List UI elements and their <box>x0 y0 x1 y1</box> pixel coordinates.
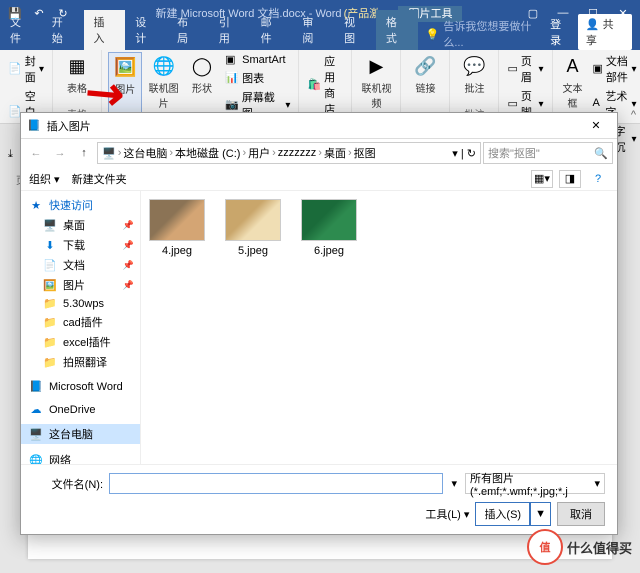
tools-button[interactable]: 工具(L) ▾ <box>425 506 469 522</box>
collapse-ribbon-icon[interactable]: ^ <box>631 109 636 121</box>
filename-input[interactable] <box>109 473 443 494</box>
file-item[interactable]: 6.jpeg <box>301 199 357 257</box>
chart-button[interactable]: 📊图表 <box>223 69 292 87</box>
dialog-close-button[interactable]: ✕ <box>581 116 611 136</box>
watermark-icon: 值 <box>527 529 563 565</box>
insert-picture-dialog: 📘 插入图片 ✕ ← → ↑ 🖥️ › 这台电脑› 本地磁盘 (C:)› 用户›… <box>20 112 618 535</box>
tab-design[interactable]: 设计 <box>125 10 167 50</box>
file-item[interactable]: 4.jpeg <box>149 199 205 257</box>
tab-references[interactable]: 引用 <box>209 10 251 50</box>
sidebar-quick-access[interactable]: ★快速访问 <box>21 195 140 215</box>
up-button[interactable]: ↑ <box>73 142 95 164</box>
view-mode-button[interactable]: ▦▾ <box>531 170 553 188</box>
insert-split-button[interactable]: ▼ <box>530 502 551 526</box>
insert-button[interactable]: 插入(S) <box>475 502 530 526</box>
file-filter-dropdown[interactable]: 所有图片(*.emf;*.wmf;*.jpg;*.j▾ <box>465 473 605 494</box>
cover-page-button[interactable]: 📄封面▾ <box>6 52 46 86</box>
links-button[interactable]: 🔗链接 <box>407 52 443 97</box>
sidebar-network[interactable]: 🌐网络 <box>21 450 140 464</box>
sidebar-folder[interactable]: 📁excel插件 <box>21 332 140 352</box>
tab-mail[interactable]: 邮件 <box>251 10 293 50</box>
sidebar-onedrive[interactable]: ☁OneDrive <box>21 401 140 418</box>
preview-pane-button[interactable]: ◨ <box>559 170 581 188</box>
help-button[interactable]: ? <box>587 170 609 188</box>
sidebar-documents[interactable]: 📄文档📌 <box>21 255 140 275</box>
online-video-button[interactable]: ▶联机视频 <box>358 52 394 112</box>
tab-view[interactable]: 视图 <box>334 10 376 50</box>
sidebar-folder[interactable]: 📁5.30wps <box>21 295 140 312</box>
header-button[interactable]: ▭页眉▾ <box>505 52 545 86</box>
navigation-pane: ★快速访问 🖥️桌面📌 ⬇下载📌 📄文档📌 🖼️图片📌 📁5.30wps 📁ca… <box>21 191 141 464</box>
tab-file[interactable]: 文件 <box>0 10 42 50</box>
file-item[interactable]: 5.jpeg <box>225 199 281 257</box>
login-link[interactable]: 登录 <box>550 16 572 48</box>
sidebar-downloads[interactable]: ⬇下载📌 <box>21 235 140 255</box>
tell-me[interactable]: 💡 告诉我您想要做什么... <box>426 18 551 50</box>
sidebar-folder[interactable]: 📁拍照翻译 <box>21 352 140 372</box>
new-folder-button[interactable]: 新建文件夹 <box>72 171 127 187</box>
app-store-button[interactable]: 🛍️应用商店 <box>305 52 345 118</box>
quick-parts-button[interactable]: ▣文档部件▾ <box>591 52 639 86</box>
cancel-button[interactable]: 取消 <box>557 502 605 526</box>
tab-home[interactable]: 开始 <box>42 10 84 50</box>
sidebar-thispc[interactable]: 🖥️这台电脑 <box>21 424 140 444</box>
sidebar-folder[interactable]: 📁cad插件 <box>21 312 140 332</box>
share-button[interactable]: 👤 共享 <box>578 14 632 50</box>
table-button[interactable]: ▦表格 <box>59 52 95 97</box>
word-icon: 📘 <box>27 119 41 132</box>
watermark-text: 什么值得买 <box>567 538 632 557</box>
comment-button[interactable]: 💬批注 <box>456 52 492 97</box>
file-list[interactable]: 4.jpeg 5.jpeg 6.jpeg <box>141 191 617 464</box>
tab-insert[interactable]: 插入 <box>84 10 126 50</box>
filename-label: 文件名(N): <box>33 476 103 492</box>
smartart-button[interactable]: ▣SmartArt <box>223 52 292 68</box>
search-input[interactable]: 搜索"抠图"🔍 <box>483 142 613 164</box>
back-button: ← <box>25 142 47 164</box>
organize-button[interactable]: 组织 ▾ <box>29 171 60 187</box>
breadcrumb[interactable]: 🖥️ › 这台电脑› 本地磁盘 (C:)› 用户› zzzzzzz› 桌面› 抠… <box>97 142 481 164</box>
tab-layout[interactable]: 布局 <box>167 10 209 50</box>
watermark: 值 什么值得买 <box>527 529 632 565</box>
tab-review[interactable]: 审阅 <box>292 10 334 50</box>
tab-format[interactable]: 格式 <box>376 10 418 50</box>
sidebar-pictures[interactable]: 🖼️图片📌 <box>21 275 140 295</box>
ribbon-tabs: 文件 开始 插入 设计 布局 引用 邮件 审阅 视图 格式 💡 告诉我您想要做什… <box>0 26 640 50</box>
forward-button: → <box>49 142 71 164</box>
sidebar-desktop[interactable]: 🖥️桌面📌 <box>21 215 140 235</box>
sidebar-word[interactable]: 📘Microsoft Word <box>21 378 140 395</box>
dialog-title: 插入图片 <box>47 118 91 134</box>
